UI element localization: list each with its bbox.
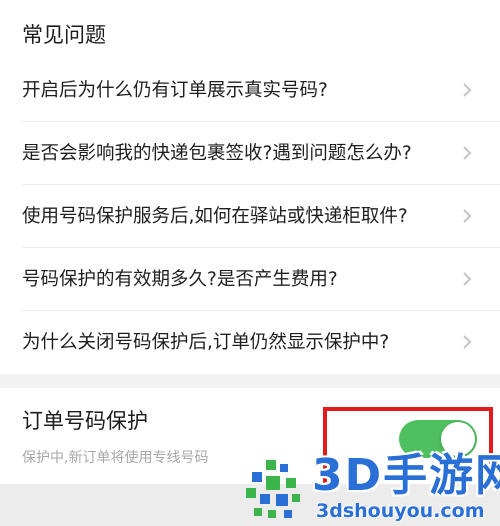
chevron-right-icon xyxy=(463,146,472,160)
faq-question: 为什么关闭号码保护后,订单仍然显示保护中? xyxy=(22,332,390,353)
order-protection-description: 保护中,新订单将使用专线号码 xyxy=(22,450,209,466)
chevron-right-icon xyxy=(463,83,472,97)
faq-item[interactable]: 使用号码保护服务后,如何在驿站或快递柜取件? xyxy=(0,185,500,248)
watermark-url: 3dshouyou.com xyxy=(316,500,485,522)
faq-section: 常见问题 开启后为什么仍有订单展示真实号码? 是否会影响我的快递包裹签收?遇到问… xyxy=(0,0,500,374)
chevron-right-icon xyxy=(463,209,472,223)
faq-section-title: 常见问题 xyxy=(22,23,106,47)
order-protection-title: 订单号码保护 xyxy=(22,409,148,433)
faq-question: 使用号码保护服务后,如何在驿站或快递柜取件? xyxy=(22,206,408,227)
faq-question: 是否会影响我的快递包裹签收?遇到问题怎么办? xyxy=(22,143,412,164)
faq-question: 开启后为什么仍有订单展示真实号码? xyxy=(22,80,328,101)
faq-item[interactable]: 开启后为什么仍有订单展示真实号码? xyxy=(0,59,500,122)
section-gap xyxy=(0,374,500,388)
faq-item[interactable]: 是否会影响我的快递包裹签收?遇到问题怎么办? xyxy=(0,122,500,185)
faq-list: 开启后为什么仍有订单展示真实号码? 是否会影响我的快递包裹签收?遇到问题怎么办?… xyxy=(0,59,500,374)
watermark: 3D手游网 3dshouyou.com xyxy=(244,452,500,526)
watermark-logo-icon xyxy=(246,460,300,518)
faq-item[interactable]: 号码保护的有效期多久?是否产生费用? xyxy=(0,248,500,311)
faq-item[interactable]: 为什么关闭号码保护后,订单仍然显示保护中? xyxy=(0,311,500,374)
chevron-right-icon xyxy=(463,272,472,286)
faq-question: 号码保护的有效期多久?是否产生费用? xyxy=(22,269,338,290)
watermark-brand: 3D手游网 xyxy=(312,450,500,501)
chevron-right-icon xyxy=(463,335,472,349)
